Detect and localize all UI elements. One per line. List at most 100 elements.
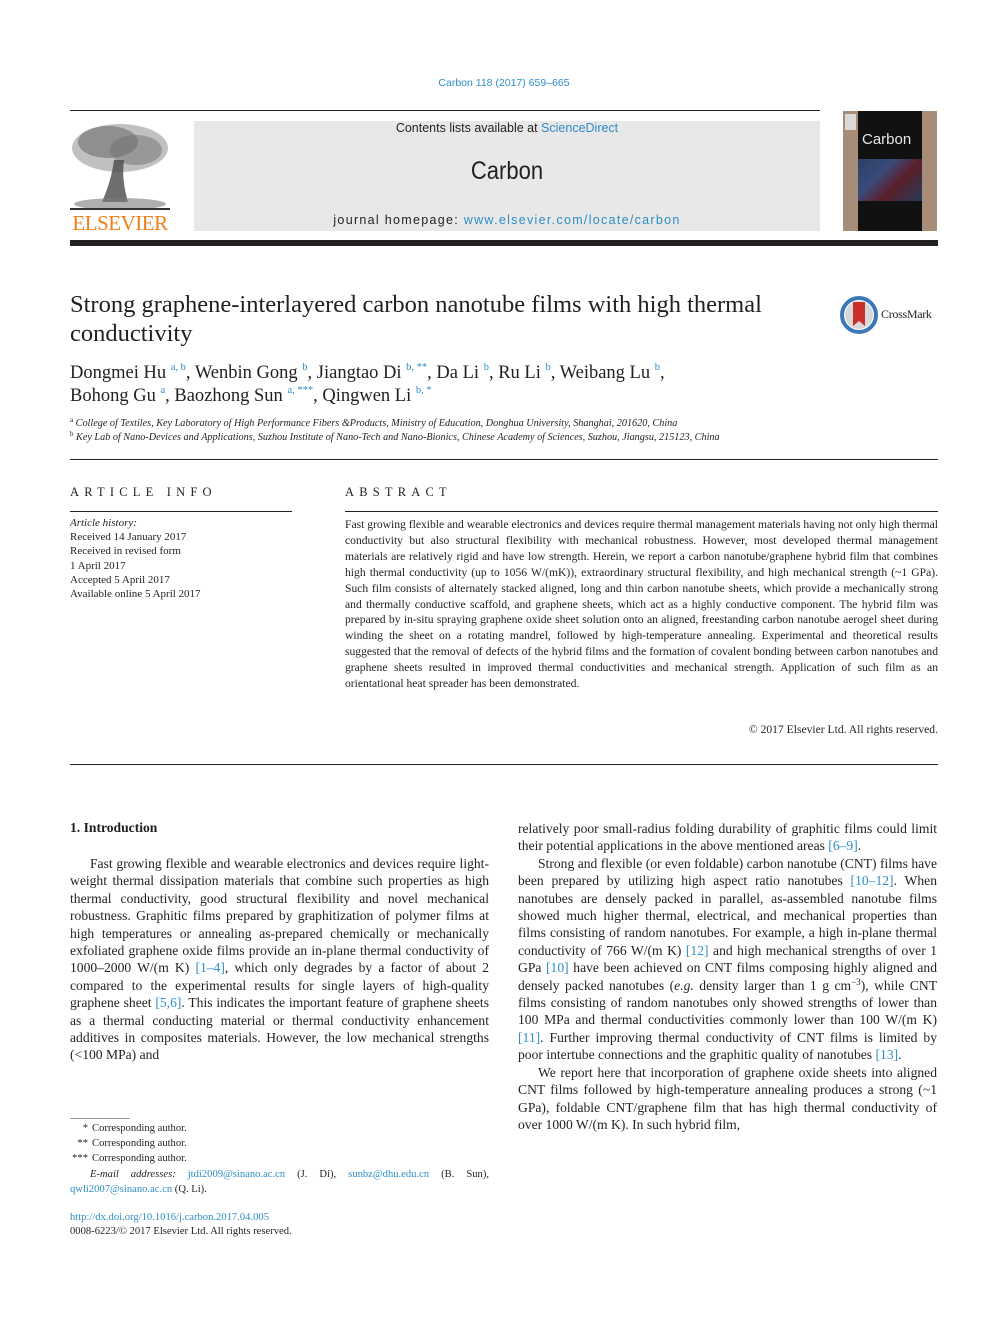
journal-citation[interactable]: Carbon 118 (2017) 659–665 xyxy=(0,77,992,89)
footnote-corresponding: * Corresponding author. xyxy=(70,1121,489,1136)
header-rule-bottom xyxy=(70,240,938,246)
body-column-left: Fast growing flexible and wearable elect… xyxy=(70,855,489,1064)
crossmark-icon xyxy=(840,296,878,334)
history-label: Article history: xyxy=(70,517,137,529)
reference-link[interactable]: [1–4] xyxy=(195,960,224,975)
abstract-text: Fast growing flexible and wearable elect… xyxy=(345,518,939,691)
email-link[interactable]: sunbz@dhu.edu.cn xyxy=(348,1169,429,1180)
author-list: Dongmei Hu a, b, Wenbin Gong b, Jiangtao… xyxy=(70,362,665,406)
journal-cover-thumbnail[interactable]: Carbon xyxy=(843,111,937,231)
header-rule-top xyxy=(70,110,820,111)
divider xyxy=(70,764,938,765)
footnote-corresponding: *** Corresponding author. xyxy=(70,1151,489,1166)
affiliation-b: b Key Lab of Nano-Devices and Applicatio… xyxy=(70,431,950,445)
journal-homepage-line: journal homepage: www.elsevier.com/locat… xyxy=(194,213,820,227)
author-affiliation-mark[interactable]: b, ** xyxy=(406,362,427,373)
affiliation-mark: a xyxy=(70,416,74,424)
cover-image xyxy=(858,159,922,201)
elsevier-wordmark: ELSEVIER xyxy=(72,211,168,235)
reference-link[interactable]: [12] xyxy=(686,943,709,958)
paragraph: Fast growing flexible and wearable elect… xyxy=(70,856,490,1063)
affiliation-text: College of Textiles, Key Laboratory of H… xyxy=(75,418,678,429)
article-history: Article history: Received 14 January 201… xyxy=(70,516,201,601)
footnote-rule xyxy=(70,1118,130,1119)
divider xyxy=(70,459,938,460)
sciencedirect-link[interactable]: ScienceDirect xyxy=(541,121,618,135)
author[interactable]: Jiangtao Di b, ** xyxy=(317,362,427,383)
author[interactable]: Wenbin Gong b xyxy=(195,362,308,383)
author-affiliation-mark[interactable]: b, * xyxy=(416,385,432,396)
reference-link[interactable]: [6–9] xyxy=(828,838,857,853)
author-affiliation-mark[interactable]: a, *** xyxy=(287,385,313,396)
author[interactable]: Baozhong Sun a, *** xyxy=(174,385,313,406)
author[interactable]: Ru Li b xyxy=(498,362,551,383)
footnote-mark: ** xyxy=(77,1138,88,1150)
paragraph: Strong and flexible (or even foldable) c… xyxy=(518,855,937,1063)
author-affiliation-mark[interactable]: b xyxy=(484,362,489,373)
author[interactable]: Da Li b xyxy=(436,362,489,383)
article-info-heading: ARTICLE INFO xyxy=(70,485,217,499)
paragraph: relatively poor small-radius folding dur… xyxy=(518,821,937,854)
author[interactable]: Weibang Lu b xyxy=(560,362,660,383)
history-item: 1 April 2017 xyxy=(70,559,126,572)
divider xyxy=(345,511,938,512)
author-affiliation-mark[interactable]: a xyxy=(160,385,165,396)
author[interactable]: Qingwen Li b, * xyxy=(322,385,432,406)
email-link[interactable]: qwli2007@sinano.ac.cn xyxy=(70,1184,172,1195)
footnote-text: Corresponding author. xyxy=(92,1138,187,1150)
cover-title: Carbon xyxy=(862,131,912,148)
author-affiliation-mark[interactable]: b xyxy=(545,362,550,373)
reference-link[interactable]: [10] xyxy=(546,960,569,975)
contents-prefix: Contents lists available at xyxy=(395,121,542,135)
affiliations: a College of Textiles, Key Laboratory of… xyxy=(70,417,950,445)
footnote-mark: *** xyxy=(72,1153,88,1165)
superscript: −3 xyxy=(851,976,861,987)
author-affiliation-mark[interactable]: b xyxy=(302,362,307,373)
journal-header-box: Contents lists available at ScienceDirec… xyxy=(194,121,820,231)
author-affiliation-mark[interactable]: a, b xyxy=(171,362,186,373)
history-item: Available online 5 April 2017 xyxy=(70,588,201,601)
abstract-heading: ABSTRACT xyxy=(345,485,452,499)
footnotes: * Corresponding author. ** Corresponding a… xyxy=(70,1121,489,1197)
history-item: Received 14 January 2017 xyxy=(70,531,187,544)
email-owner: (Q. Li) xyxy=(174,1183,205,1195)
divider xyxy=(70,511,292,512)
history-item: Received in revised form xyxy=(70,545,181,558)
homepage-prefix: journal homepage: xyxy=(333,213,464,227)
affiliation-text: Key Lab of Nano-Devices and Applications… xyxy=(76,432,720,443)
footnote-corresponding: ** Corresponding author. xyxy=(70,1136,489,1151)
affiliation-mark: b xyxy=(70,430,74,438)
email-link[interactable]: jtdi2009@sinano.ac.cn xyxy=(188,1169,285,1180)
citation-link[interactable]: Carbon 118 (2017) 659–665 xyxy=(438,77,569,89)
footnote-mark: * xyxy=(82,1123,88,1134)
history-item: Accepted 5 April 2017 xyxy=(70,573,170,586)
elsevier-tree-icon xyxy=(68,120,172,212)
issn-copyright: 0008-6223/© 2017 Elsevier Ltd. All right… xyxy=(70,1226,292,1237)
contents-available-line: Contents lists available at ScienceDirec… xyxy=(194,121,820,135)
article-title: Strong graphene-interlayered carbon nano… xyxy=(70,291,762,347)
footnote-text: Corresponding author. xyxy=(92,1123,187,1134)
affiliation-a: a College of Textiles, Key Laboratory of… xyxy=(70,417,950,431)
email-owner: (B. Sun) xyxy=(441,1168,487,1180)
body-column-right: relatively poor small-radius folding dur… xyxy=(518,820,937,1133)
author[interactable]: Dongmei Hu a, b xyxy=(70,362,186,383)
abstract-copyright: © 2017 Elsevier Ltd. All rights reserved… xyxy=(748,723,938,736)
journal-homepage-link[interactable]: www.elsevier.com/locate/carbon xyxy=(464,213,681,227)
doi-line: http://dx.doi.org/10.1016/j.carbon.2017.… xyxy=(70,1210,269,1225)
crossmark-label: CrossMark xyxy=(881,307,932,321)
italic-text: e.g. xyxy=(674,977,694,993)
footnote-emails: E-mail addresses: jtdi2009@sinano.ac.cn … xyxy=(70,1168,490,1195)
elsevier-logo[interactable]: ELSEVIER xyxy=(68,120,172,235)
footnote-text: Corresponding author. xyxy=(92,1153,187,1165)
author[interactable]: Bohong Gu a xyxy=(70,385,165,406)
author-affiliation-mark[interactable]: b xyxy=(655,362,660,373)
reference-link[interactable]: [13] xyxy=(876,1047,899,1062)
reference-link[interactable]: [11] xyxy=(518,1030,540,1045)
section-heading-introduction: 1. Introduction xyxy=(70,820,158,835)
journal-name: Carbon xyxy=(470,157,544,185)
reference-link[interactable]: [5,6] xyxy=(155,995,181,1010)
reference-link[interactable]: [10–12] xyxy=(851,873,894,888)
crossmark-button[interactable]: CrossMark xyxy=(840,296,940,334)
email-label: E-mail addresses: xyxy=(90,1168,176,1180)
doi-link[interactable]: http://dx.doi.org/10.1016/j.carbon.2017.… xyxy=(70,1212,269,1223)
